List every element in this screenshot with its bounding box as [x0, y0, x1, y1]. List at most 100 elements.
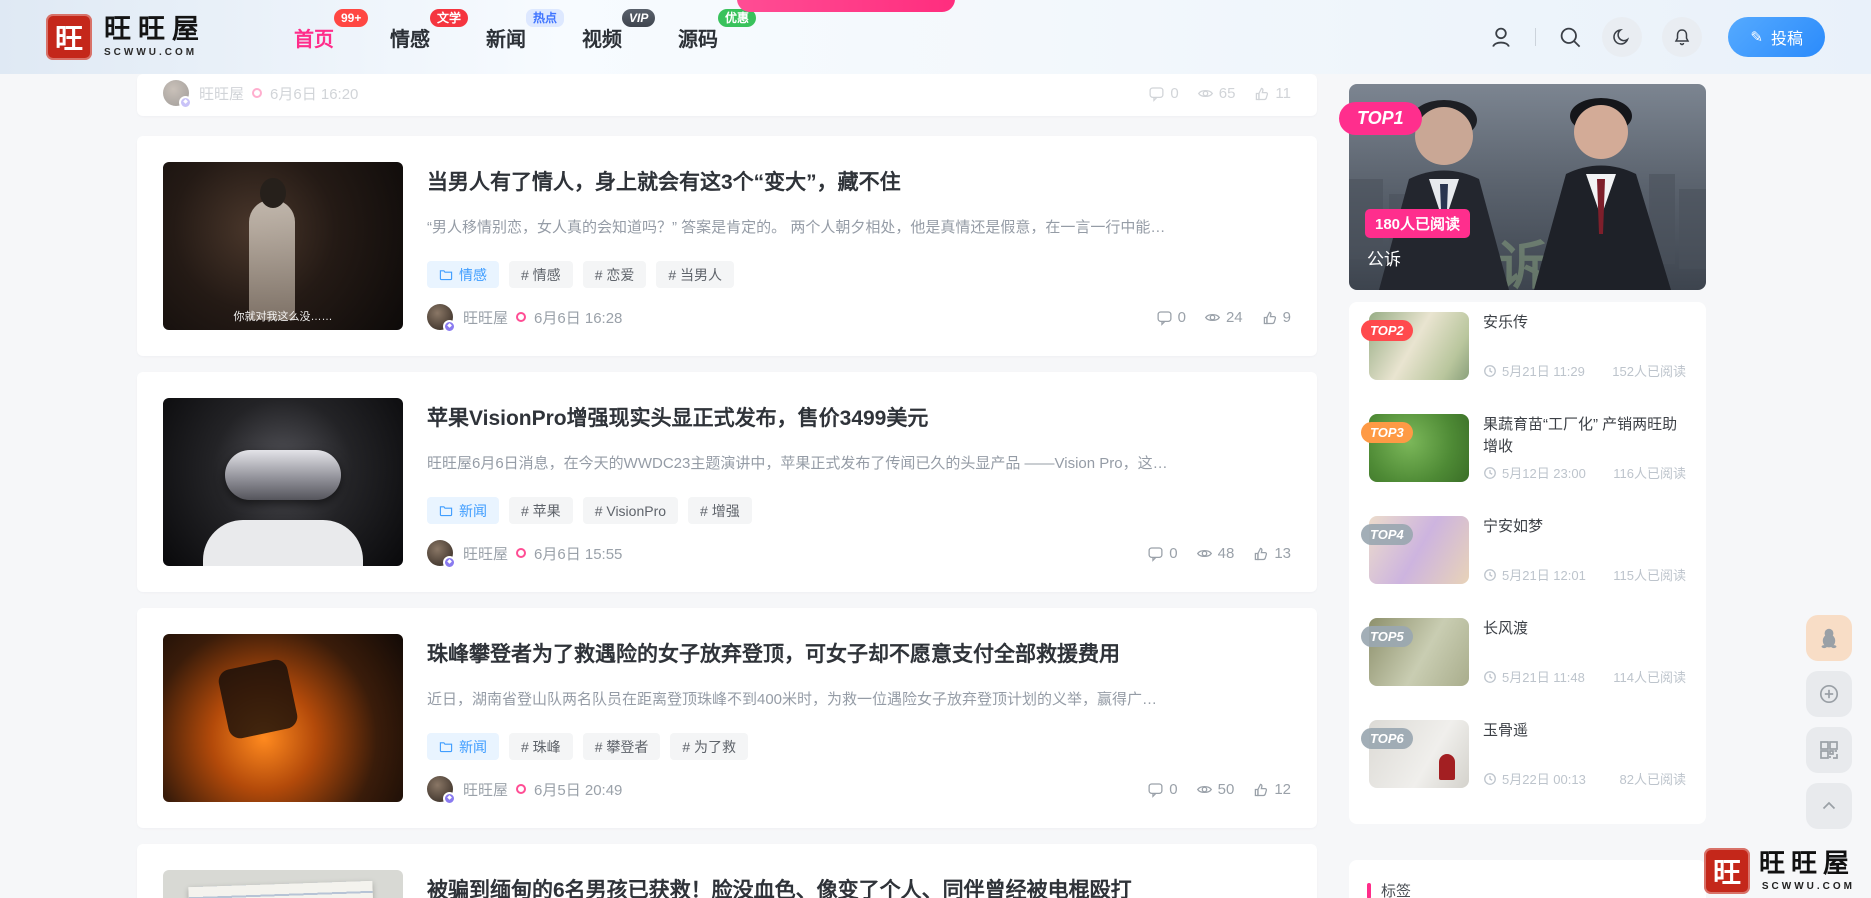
category-pill[interactable]: 情感	[427, 261, 499, 288]
author-name[interactable]: 旺旺屋	[463, 543, 508, 564]
folder-icon	[439, 269, 453, 280]
comments-stat[interactable]: 0	[1148, 85, 1179, 102]
likes-stat[interactable]: 12	[1252, 781, 1291, 798]
nav-item-news[interactable]: 新闻 热点	[486, 8, 565, 52]
comments-stat[interactable]: 0	[1156, 309, 1186, 326]
tag-pill[interactable]: # VisionPro	[582, 497, 679, 524]
main-nav: 首页 99+ 情感 文学 新闻 热点 视频 VIP 源码 优惠	[294, 8, 757, 52]
tag-pill[interactable]: # 当男人	[656, 261, 735, 288]
article-excerpt: 近日，湖南省登山队两名队员在距离登顶珠峰不到400米时，为救一位遇险女子放弃登顶…	[427, 691, 1158, 708]
rank-read-count: 152人已阅读	[1612, 364, 1686, 379]
moon-icon	[1613, 29, 1630, 45]
header-divider	[1535, 28, 1537, 46]
rank-item[interactable]: TOP6 玉骨遥 5月22日 00:13 82人已阅读	[1361, 720, 1686, 788]
nav-item-source[interactable]: 源码 优惠	[678, 8, 757, 52]
article-title[interactable]: 苹果VisionPro增强现实头显正式发布，售价3499美元	[427, 402, 1291, 432]
author-name[interactable]: 旺旺屋	[199, 83, 244, 104]
article-thumbnail[interactable]	[163, 870, 403, 898]
top1-title[interactable]: 公诉	[1367, 245, 1401, 270]
post-date: 6月6日 16:28	[534, 309, 623, 327]
thumbnail-caption: 你就对我这么没……	[233, 311, 333, 323]
nav-item-emotion[interactable]: 情感 文学	[390, 8, 469, 52]
back-to-top-button[interactable]	[1806, 783, 1852, 829]
rank-thumbnail: TOP5	[1361, 618, 1469, 686]
plus-circle-icon	[1819, 684, 1839, 704]
tag-row: 情感 # 情感 # 恋爱 # 当男人	[427, 261, 1291, 288]
rank-badge: TOP3	[1361, 422, 1413, 443]
top1-rank-badge: TOP1	[1339, 102, 1422, 135]
tag-pill[interactable]: # 增强	[688, 497, 752, 524]
nav-item-video[interactable]: 视频 VIP	[582, 8, 656, 52]
qq-contact-button[interactable]	[1806, 615, 1852, 661]
category-pill[interactable]: 新闻	[427, 497, 499, 524]
rank-item[interactable]: TOP2 安乐传 5月21日 11:29 152人已阅读	[1361, 312, 1686, 380]
article-feed: ◆ 旺旺屋 6月6日 16:20 0 65 11 你就对我这么没…… 当男人有了…	[137, 74, 1317, 898]
post-stats: 0 65 11	[1148, 85, 1291, 102]
comment-icon	[1148, 546, 1163, 562]
article-thumbnail[interactable]	[163, 398, 403, 566]
user-icon[interactable]	[1489, 25, 1513, 49]
qrcode-button[interactable]	[1806, 727, 1852, 773]
nav-item-home[interactable]: 首页 99+	[294, 8, 369, 52]
tag-pill[interactable]: # 苹果	[509, 497, 573, 524]
rank-title[interactable]: 果蔬育苗“工厂化” 产销两旺助增收	[1483, 414, 1686, 458]
watermark-title: 旺旺屋	[1758, 848, 1855, 879]
dark-mode-button[interactable]	[1602, 17, 1643, 57]
article-title[interactable]: 当男人有了情人，身上就会有这3个“变大”，藏不住	[427, 166, 1291, 196]
category-pill[interactable]: 新闻	[427, 733, 499, 760]
avatar[interactable]: ◆	[163, 80, 192, 109]
rank-badge: TOP6	[1361, 728, 1413, 749]
clock-icon	[1484, 364, 1496, 377]
search-icon[interactable]	[1558, 25, 1582, 49]
site-watermark: 旺 旺旺屋 SCWWU.COM	[1703, 848, 1855, 894]
article-card[interactable]: 珠峰攀登者为了救遇险的女子放弃登顶，可女子却不愿意支付全部救援费用 近日，湖南省…	[137, 608, 1317, 828]
author-name[interactable]: 旺旺屋	[463, 779, 508, 800]
rank-title[interactable]: 长风渡	[1483, 618, 1686, 640]
article-card-partial-top[interactable]: ◆ 旺旺屋 6月6日 16:20 0 65 11	[137, 74, 1317, 116]
vip-ring-icon	[516, 784, 527, 794]
likes-stat[interactable]: 13	[1252, 545, 1291, 562]
tag-pill[interactable]: # 恋爱	[582, 261, 647, 288]
tag-pill[interactable]: # 为了救	[670, 733, 749, 760]
eye-icon	[1196, 785, 1212, 793]
submit-post-button[interactable]: ✎ 投稿	[1728, 17, 1825, 57]
rank-title[interactable]: 宁安如梦	[1483, 516, 1686, 538]
author-name[interactable]: 旺旺屋	[463, 307, 508, 328]
article-thumbnail[interactable]	[163, 634, 403, 802]
tag-pill[interactable]: # 攀登者	[582, 733, 661, 760]
avatar[interactable]: ◆	[427, 540, 456, 569]
rank-item[interactable]: TOP3 果蔬育苗“工厂化” 产销两旺助增收 5月12日 23:00 116人已…	[1361, 414, 1686, 482]
vip-ring-icon	[252, 88, 263, 98]
avatar[interactable]: ◆	[427, 304, 456, 333]
article-thumbnail[interactable]: 你就对我这么没……	[163, 162, 403, 330]
folder-icon	[439, 505, 453, 516]
eye-icon	[1197, 89, 1213, 97]
rank-read-count: 114人已阅读	[1613, 670, 1686, 685]
article-title[interactable]: 被骗到缅甸的6名男孩已获救！脸没血色、像变了个人、同伴曾经被电棍殴打	[427, 874, 1291, 898]
notifications-button[interactable]	[1662, 17, 1703, 57]
rank-item[interactable]: TOP5 长风渡 5月21日 11:48 114人已阅读	[1361, 618, 1686, 686]
article-card[interactable]: 你就对我这么没…… 当男人有了情人，身上就会有这3个“变大”，藏不住 “男人移情…	[137, 136, 1317, 356]
site-logo[interactable]: 旺 旺旺屋 SCWWU.COM	[46, 14, 206, 60]
tag-pill[interactable]: # 珠峰	[509, 733, 573, 760]
top1-card[interactable]: 公诉精英 TOP1	[1339, 84, 1706, 290]
vip-ring-icon	[516, 312, 527, 322]
add-button[interactable]	[1806, 671, 1852, 717]
chevron-up-icon	[1822, 801, 1836, 810]
comments-stat[interactable]: 0	[1147, 781, 1178, 798]
avatar[interactable]: ◆	[427, 776, 456, 805]
article-card[interactable]: 苹果VisionPro增强现实头显正式发布，售价3499美元 旺旺屋6月6日消息…	[137, 372, 1317, 592]
comments-stat[interactable]: 0	[1147, 545, 1178, 562]
rank-title[interactable]: 安乐传	[1483, 312, 1686, 334]
likes-stat[interactable]: 9	[1261, 309, 1291, 326]
post-date: 6月5日 20:49	[534, 781, 623, 799]
article-card-partial-bottom[interactable]: 被骗到缅甸的6名男孩已获救！脸没血色、像变了个人、同伴曾经被电棍殴打	[137, 844, 1317, 898]
rank-date: 5月12日 23:00	[1502, 466, 1586, 481]
rank-title[interactable]: 玉骨遥	[1483, 720, 1686, 742]
rank-thumbnail: TOP6	[1361, 720, 1469, 788]
tag-pill[interactable]: # 情感	[509, 261, 573, 288]
rank-item[interactable]: TOP4 宁安如梦 5月21日 12:01 115人已阅读	[1361, 516, 1686, 584]
likes-stat[interactable]: 11	[1253, 85, 1291, 102]
article-title[interactable]: 珠峰攀登者为了救遇险的女子放弃登顶，可女子却不愿意支付全部救援费用	[427, 638, 1291, 668]
comment-icon	[1148, 782, 1163, 798]
